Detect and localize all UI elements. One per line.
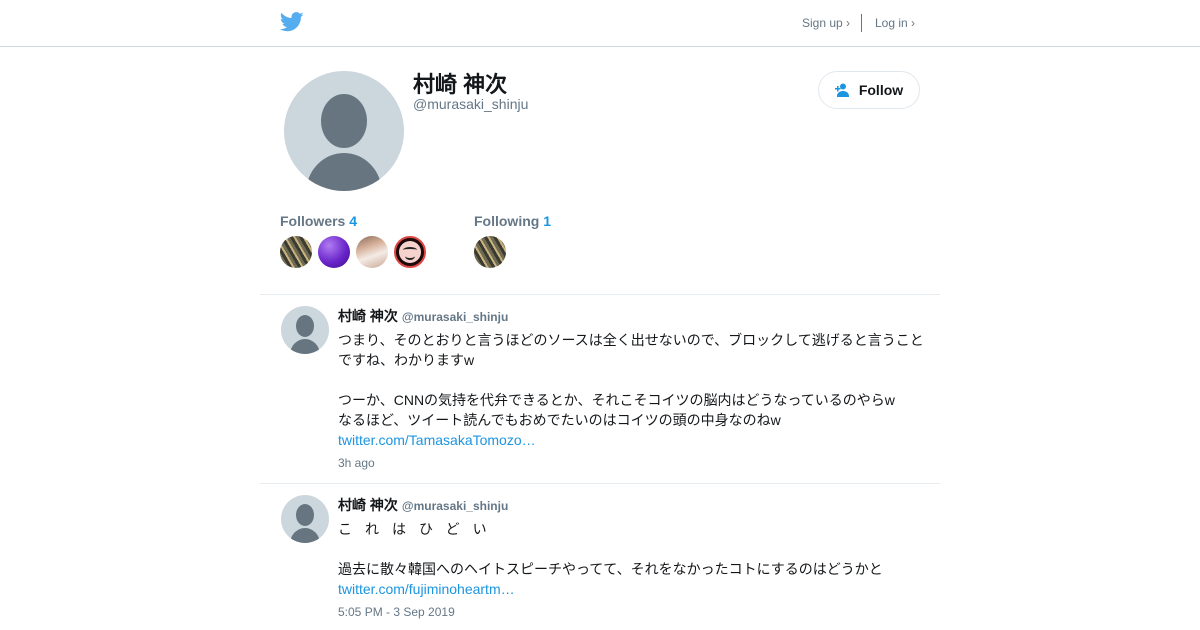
- default-avatar-icon: [306, 94, 382, 191]
- tweet-header: 村崎 神次 @murasaki_shinju: [338, 495, 508, 515]
- profile-display-name: 村崎 神次: [413, 72, 508, 97]
- followers-label: Followers: [280, 213, 346, 229]
- profile-avatar[interactable]: [284, 71, 404, 191]
- followers-count: 4: [349, 213, 358, 229]
- following-stat[interactable]: Following 1: [474, 213, 551, 229]
- tweet-link[interactable]: twitter.com/TamasakaTomozo…: [338, 432, 536, 448]
- default-avatar-icon: [290, 504, 320, 543]
- tweet-timestamp[interactable]: 3h ago: [338, 456, 375, 470]
- section-divider: [260, 294, 940, 295]
- follow-button[interactable]: Follow: [818, 71, 920, 109]
- tweet-avatar[interactable]: [281, 306, 329, 354]
- tweet-text: これはひどい 過去に散々韓国へのヘイトスピーチやってて、それをなかったコトにする…: [338, 519, 930, 599]
- follower-avatar[interactable]: [280, 236, 312, 268]
- follow-button-label: Follow: [858, 82, 904, 98]
- tweet-blank-line: [338, 539, 930, 559]
- tweet-text-line: これはひどい: [338, 521, 500, 537]
- tweet-text-line: なるほど、ツイート読んでもおめでたいのはコイツの頭の中身なのねw: [338, 412, 781, 428]
- following-avatar[interactable]: [474, 236, 506, 268]
- following-avatars: [474, 236, 506, 268]
- tweet-text-line: ですね、わかりますw: [338, 352, 475, 368]
- follower-avatar[interactable]: [394, 236, 426, 268]
- log-in-link[interactable]: Log in ›: [875, 16, 915, 30]
- following-count: 1: [543, 213, 552, 229]
- tweet-text-line: つーか、CNNの気持を代弁できるとか、それこそコイツの脳内はどうなっているのやら…: [338, 392, 895, 408]
- tweet-text: つまり、そのとおりと言うほどのソースは全く出せないので、ブロックして逃げると言う…: [338, 330, 930, 450]
- following-label: Following: [474, 213, 540, 229]
- twitter-bird-icon[interactable]: [280, 11, 304, 33]
- add-user-icon: [834, 83, 849, 97]
- sign-up-link[interactable]: Sign up ›: [802, 16, 850, 30]
- smiley-face-icon: [399, 241, 421, 263]
- tweet-avatar[interactable]: [281, 495, 329, 543]
- tweet-divider: [260, 483, 940, 484]
- tweet-text-line: つまり、そのとおりと言うほどのソースは全く出せないので、ブロックして逃げると言う…: [338, 332, 924, 348]
- top-bar: Sign up › Log in ›: [0, 0, 1200, 47]
- nav-divider: [861, 14, 862, 32]
- tweet-header: 村崎 神次 @murasaki_shinju: [338, 306, 508, 326]
- followers-stat[interactable]: Followers 4: [280, 213, 357, 229]
- tweet-timestamp[interactable]: 5:05 PM - 3 Sep 2019: [338, 605, 455, 619]
- tweet-blank-line: [338, 370, 930, 390]
- profile-screen-name: @murasaki_shinju: [413, 96, 529, 112]
- default-avatar-icon: [290, 315, 320, 354]
- follower-avatar[interactable]: [356, 236, 388, 268]
- tweet-author-name[interactable]: 村崎 神次: [338, 497, 398, 513]
- tweet-author-handle[interactable]: @murasaki_shinju: [402, 499, 508, 513]
- tweet-link[interactable]: twitter.com/fujiminoheartm…: [338, 581, 515, 597]
- tweet-author-handle[interactable]: @murasaki_shinju: [402, 310, 508, 324]
- tweet-author-name[interactable]: 村崎 神次: [338, 308, 398, 324]
- followers-avatars: [280, 236, 426, 268]
- follower-avatar[interactable]: [318, 236, 350, 268]
- tweet-text-line: 過去に散々韓国へのヘイトスピーチやってて、それをなかったコトにするのはどうかと: [338, 561, 883, 577]
